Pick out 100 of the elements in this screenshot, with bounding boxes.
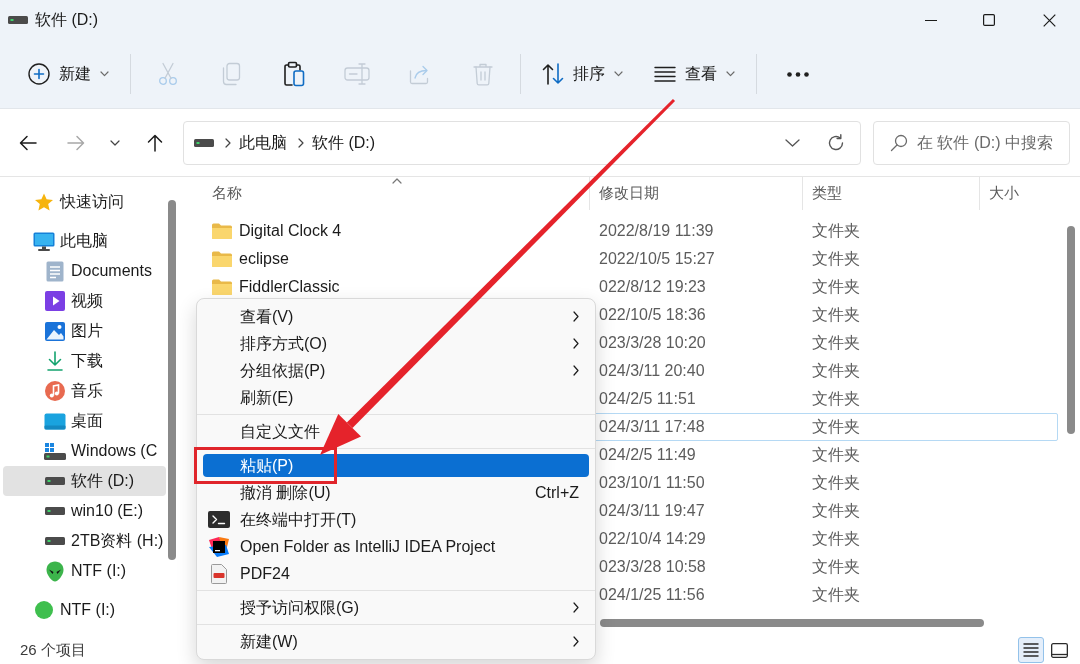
chevron-right-icon	[573, 636, 579, 647]
refresh-icon	[827, 133, 845, 152]
new-button[interactable]: 新建	[18, 54, 119, 94]
scrollbar-thumb[interactable]	[1067, 226, 1075, 434]
menu-item[interactable]: 刷新(E)	[203, 386, 589, 409]
circle-icon	[35, 601, 53, 619]
list-icon	[1023, 643, 1039, 657]
search-field[interactable]: 在 软件 (D:) 中搜索	[873, 120, 1070, 165]
modified-date: 024/2/5 11:49	[599, 446, 696, 463]
sidebar-item[interactable]: 视频	[3, 286, 166, 316]
sidebar-item[interactable]: NTF (I:)	[3, 556, 166, 586]
drive-icon	[45, 537, 65, 545]
drive-icon	[8, 16, 28, 24]
caret-icon	[614, 71, 623, 77]
view-button[interactable]: 查看	[644, 54, 745, 94]
alien-icon	[46, 560, 64, 582]
sort-caret-icon	[392, 178, 402, 184]
item-type: 文件夹	[812, 222, 860, 239]
menu-item[interactable]: 粘贴(P)	[203, 454, 589, 477]
modified-date: 023/10/1 11:50	[599, 474, 705, 491]
menu-item[interactable]: 分组依据(P)	[203, 359, 589, 382]
shortcut-text: Ctrl+Z	[535, 482, 579, 503]
folder-icon	[212, 223, 232, 239]
menu-item[interactable]: PDF24	[203, 562, 589, 585]
file-row[interactable]: FiddlerClassic 022/8/12 19:23 文件夹	[205, 273, 1058, 301]
sort-arrows-icon	[542, 63, 564, 85]
folder-icon	[212, 279, 232, 295]
sidebar-item[interactable]: 图片	[3, 316, 166, 346]
details-view-button[interactable]	[1018, 637, 1044, 663]
address-bar[interactable]: 此电脑 软件 (D:)	[183, 120, 861, 165]
modified-date: 022/8/12 19:23	[599, 278, 706, 295]
item-type: 文件夹	[812, 530, 860, 547]
list-icon	[654, 66, 676, 82]
column-header[interactable]: 类型	[803, 177, 980, 210]
item-type: 文件夹	[812, 446, 860, 463]
terminal-icon	[208, 511, 230, 528]
breadcrumb[interactable]: 软件 (D:)	[312, 130, 376, 155]
picture-icon	[45, 321, 65, 341]
plus-circle-icon	[28, 63, 50, 85]
menu-item[interactable]: 新建(W)	[203, 630, 589, 653]
sort-button[interactable]: 排序	[532, 54, 633, 94]
file-row[interactable]: eclipse 2022/10/5 15:27 文件夹	[205, 245, 1058, 273]
chevron-right-icon	[573, 602, 579, 613]
drive-icon	[45, 507, 65, 515]
sidebar-item[interactable]: 快速访问	[3, 187, 166, 217]
window-title: 软件 (D:)	[35, 10, 99, 30]
system-drive-icon	[44, 442, 66, 460]
modified-date: 024/3/11 19:47	[599, 502, 705, 519]
chevron-right-icon	[573, 311, 579, 322]
drive-icon	[194, 138, 214, 147]
item-type: 文件夹	[812, 334, 860, 351]
chevron-right-icon	[573, 365, 579, 376]
minimize-icon	[925, 19, 937, 21]
item-type: 文件夹	[812, 362, 860, 379]
column-header[interactable]: 大小	[980, 177, 1063, 210]
scrollbar-thumb[interactable]	[168, 200, 176, 560]
sidebar-item[interactable]: Windows (C	[3, 436, 166, 466]
sidebar-item[interactable]: 软件 (D:)	[3, 466, 166, 496]
item-type: 文件夹	[812, 418, 860, 435]
item-type: 文件夹	[812, 250, 860, 267]
chevron-right-icon	[225, 137, 231, 148]
app-logo-icon	[209, 536, 229, 557]
scrollbar-thumb[interactable]	[600, 618, 984, 627]
sidebar-item[interactable]: 桌面	[3, 406, 166, 436]
modified-date: 024/3/11 20:40	[599, 362, 705, 379]
modified-date: 024/3/11 17:48	[599, 418, 705, 435]
sidebar-item[interactable]: 音乐	[3, 376, 166, 406]
sidebar-item[interactable]: win10 (E:)	[3, 496, 166, 526]
sidebar-item[interactable]: NTF (I:)	[3, 595, 166, 625]
menu-item[interactable]: 自定义文件	[203, 420, 589, 443]
arrow-left-icon	[19, 134, 37, 151]
download-icon	[46, 351, 64, 371]
menu-item[interactable]: Open Folder as IntelliJ IDEA Project	[203, 535, 589, 558]
caret-icon	[100, 71, 109, 77]
menu-item[interactable]: 授予访问权限(G)	[203, 596, 589, 619]
modified-date: 023/3/28 10:58	[599, 558, 706, 575]
item-type: 文件夹	[812, 278, 860, 295]
menu-item[interactable]: 在终端中打开(T)	[203, 508, 589, 531]
monitor-icon	[33, 231, 55, 251]
file-name: Digital Clock 4	[239, 221, 342, 241]
menu-item[interactable]: 排序方式(O)	[203, 332, 589, 355]
menu-item[interactable]: 撤消 删除(U) Ctrl+Z	[203, 481, 589, 504]
chevron-right-icon	[298, 137, 304, 148]
arrow-up-icon	[147, 133, 163, 152]
sidebar-item[interactable]: 此电脑	[3, 226, 166, 256]
item-type: 文件夹	[812, 474, 860, 491]
maximize-icon	[983, 14, 995, 26]
breadcrumb[interactable]: 此电脑	[239, 130, 287, 155]
sidebar-item[interactable]: 下载	[3, 346, 166, 376]
menu-item[interactable]: 查看(V)	[203, 305, 589, 328]
sidebar-item[interactable]: Documents	[3, 256, 166, 286]
file-row[interactable]: Digital Clock 4 2022/8/19 11:39 文件夹	[205, 217, 1058, 245]
modified-date: 2022/8/19 11:39	[599, 222, 714, 239]
item-count: 26 个项目	[20, 639, 86, 660]
sidebar-item[interactable]: 2TB资料 (H:)	[3, 526, 166, 556]
star-icon	[34, 192, 54, 212]
modified-date: 022/10/4 14:29	[599, 530, 706, 547]
desktop-icon	[44, 412, 66, 430]
document-icon	[211, 563, 227, 584]
modified-date: 022/10/5 18:36	[599, 306, 706, 323]
